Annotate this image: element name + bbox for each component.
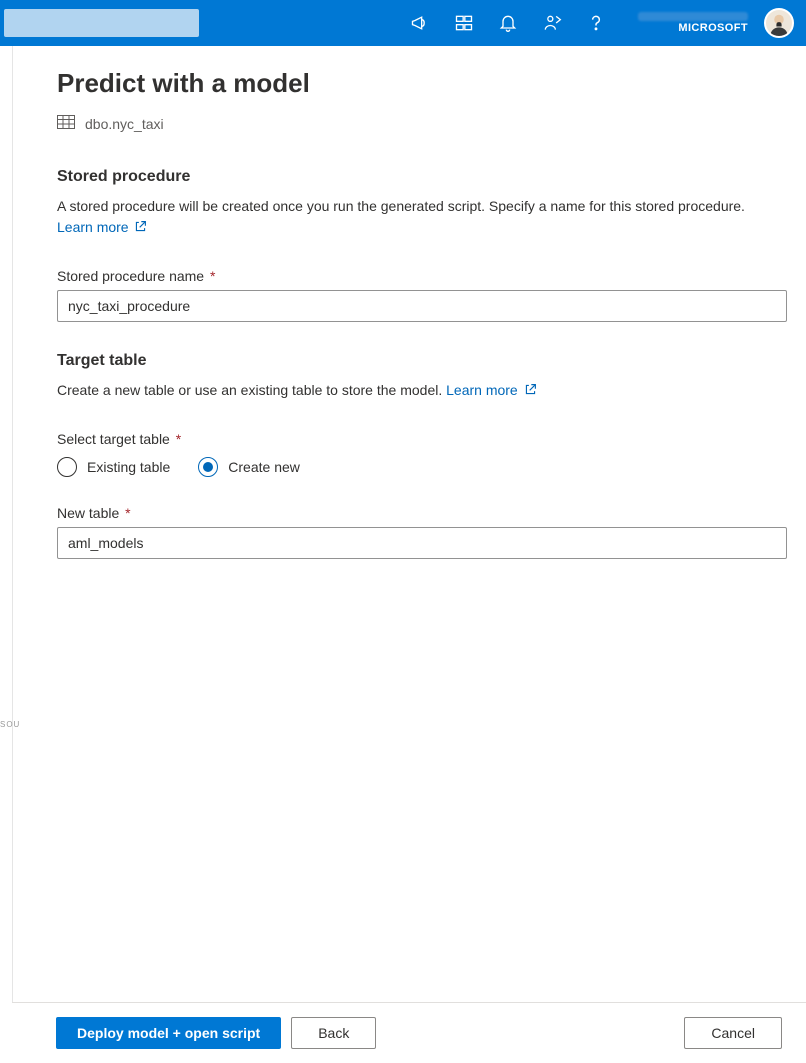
page-body: Predict with a model dbo.nyc_taxi Stored… — [12, 46, 806, 1002]
target-table-section-title: Target table — [57, 352, 782, 370]
deploy-button[interactable]: Deploy model + open script — [56, 1017, 281, 1049]
stored-proc-description: A stored procedure will be created once … — [57, 196, 782, 238]
edge-hint-text: SOU — [0, 720, 20, 729]
top-bar: MICROSOFT — [0, 0, 806, 46]
new-table-input[interactable] — [57, 527, 787, 559]
radio-create-new[interactable]: Create new — [198, 457, 300, 477]
radio-create-label: Create new — [228, 459, 300, 475]
stored-proc-learn-more-link[interactable]: Learn more — [57, 219, 147, 235]
target-table-section: Target table Create a new table or use a… — [57, 352, 782, 559]
stored-procedure-section: Stored procedure A stored procedure will… — [57, 168, 782, 352]
tenant-label: MICROSOFT — [678, 22, 748, 34]
target-table-learn-more-link[interactable]: Learn more — [446, 382, 536, 398]
source-table-name: dbo.nyc_taxi — [85, 116, 164, 132]
user-email-blurred — [638, 12, 748, 21]
cancel-button[interactable]: Cancel — [684, 1017, 782, 1049]
radio-checked-icon — [198, 457, 218, 477]
account-area[interactable]: MICROSOFT — [638, 8, 794, 38]
external-link-icon — [134, 220, 147, 233]
avatar[interactable] — [764, 8, 794, 38]
radio-existing-table[interactable]: Existing table — [57, 457, 170, 477]
bell-icon[interactable] — [498, 13, 518, 33]
directory-icon[interactable] — [454, 13, 474, 33]
stored-proc-name-label: Stored procedure name * — [57, 268, 782, 284]
feedback-icon[interactable] — [542, 13, 562, 33]
announce-icon[interactable] — [410, 13, 430, 33]
select-target-table-label: Select target table * — [57, 431, 782, 447]
table-icon — [57, 115, 75, 132]
new-table-label: New table * — [57, 505, 782, 521]
radio-unchecked-icon — [57, 457, 77, 477]
stored-proc-name-input[interactable] — [57, 290, 787, 322]
search-box-placeholder[interactable] — [4, 9, 199, 37]
radio-existing-label: Existing table — [87, 459, 170, 475]
source-table-row: dbo.nyc_taxi — [57, 115, 782, 132]
back-button[interactable]: Back — [291, 1017, 376, 1049]
external-link-icon — [524, 383, 537, 396]
target-table-description: Create a new table or use an existing ta… — [57, 380, 782, 401]
target-table-radio-group: Existing table Create new — [57, 457, 782, 477]
page-title: Predict with a model — [57, 68, 782, 99]
help-icon[interactable] — [586, 13, 606, 33]
stored-proc-section-title: Stored procedure — [57, 168, 782, 186]
footer-bar: Deploy model + open script Back Cancel — [12, 1002, 806, 1063]
top-icon-bar — [410, 13, 606, 33]
